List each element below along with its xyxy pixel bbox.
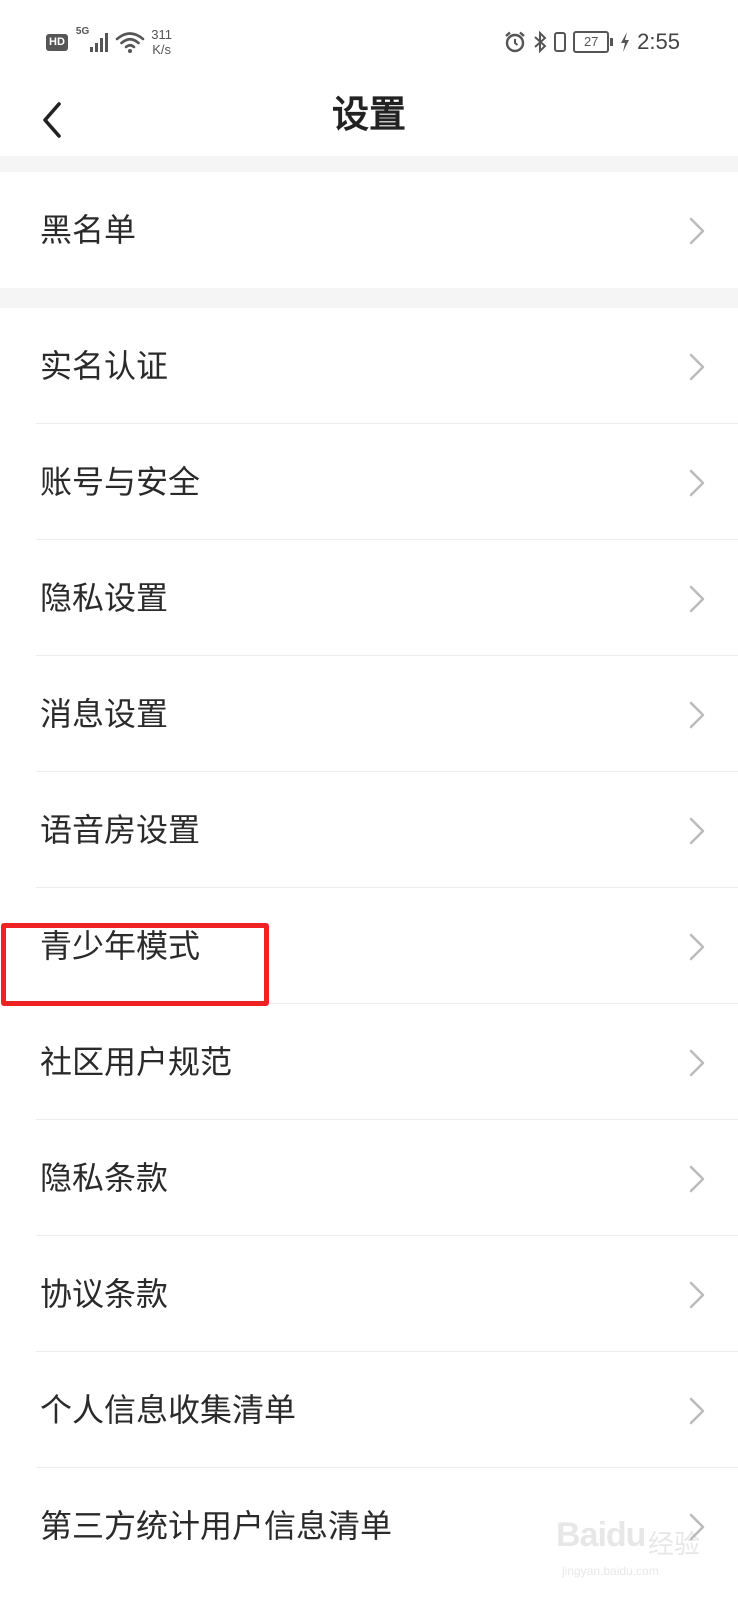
network-speed-value: 311 xyxy=(151,27,172,42)
settings-item-label: 语音房设置 xyxy=(40,811,201,849)
alarm-icon xyxy=(505,31,525,53)
chevron-right-icon xyxy=(689,1397,705,1425)
chevron-right-icon xyxy=(689,933,705,961)
settings-item-message-settings[interactable]: 消息设置 xyxy=(0,656,738,772)
settings-item-community-guidelines[interactable]: 社区用户规范 xyxy=(0,1004,738,1120)
chevron-right-icon xyxy=(689,1281,705,1309)
settings-item-third-party-info-list[interactable]: 第三方统计用户信息清单 xyxy=(0,1468,738,1584)
chevron-right-icon xyxy=(689,1165,705,1193)
settings-item-label: 账号与安全 xyxy=(40,463,201,501)
settings-item-privacy-settings[interactable]: 隐私设置 xyxy=(0,540,738,656)
network-type: 5G xyxy=(75,26,90,37)
chevron-right-icon xyxy=(689,585,705,613)
network-speed-unit: K/s xyxy=(152,42,171,57)
settings-item-personal-info-list[interactable]: 个人信息收集清单 xyxy=(0,1352,738,1468)
chevron-right-icon xyxy=(689,217,705,245)
settings-item-label: 消息设置 xyxy=(40,695,169,733)
chevron-right-icon xyxy=(689,701,705,729)
settings-item-privacy-terms[interactable]: 隐私条款 xyxy=(0,1120,738,1236)
battery-level: 27 xyxy=(573,31,610,53)
bluetooth-icon xyxy=(534,30,547,54)
settings-item-label: 第三方统计用户信息清单 xyxy=(40,1507,393,1545)
settings-item-label: 黑名单 xyxy=(40,211,137,249)
settings-item-real-name-verification[interactable]: 实名认证 xyxy=(0,308,738,424)
settings-item-account-security[interactable]: 账号与安全 xyxy=(0,424,738,540)
status-left: HD 5G 311 K/s xyxy=(46,22,172,62)
page-title: 设置 xyxy=(332,93,406,136)
settings-item-blacklist[interactable]: 黑名单 xyxy=(0,172,738,288)
chevron-right-icon xyxy=(689,469,705,497)
chevron-right-icon xyxy=(689,1049,705,1077)
status-bar: HD 5G 311 K/s 27 2:55 xyxy=(0,0,738,84)
wifi-icon xyxy=(115,32,145,53)
charging-icon xyxy=(621,32,630,52)
settings-item-label: 隐私设置 xyxy=(40,579,169,617)
header: 设置 xyxy=(0,84,738,156)
hd-badge: HD xyxy=(46,33,68,51)
settings-item-voice-room-settings[interactable]: 语音房设置 xyxy=(0,772,738,888)
signal-icon xyxy=(90,33,109,52)
settings-item-agreement-terms[interactable]: 协议条款 xyxy=(0,1236,738,1352)
settings-item-label: 个人信息收集清单 xyxy=(40,1391,297,1429)
battery-icon: 27 xyxy=(573,31,614,53)
section-gap xyxy=(0,288,738,308)
battery-tip xyxy=(610,38,614,46)
status-time: 2:55 xyxy=(637,29,680,54)
network-speed: 311 K/s xyxy=(151,27,172,57)
vibrate-icon xyxy=(554,32,567,52)
settings-item-label: 实名认证 xyxy=(40,347,169,385)
section-gap xyxy=(0,156,738,172)
settings-item-label: 社区用户规范 xyxy=(40,1043,233,1081)
settings-item-label: 协议条款 xyxy=(40,1275,169,1313)
settings-item-teen-mode[interactable]: 青少年模式 xyxy=(0,888,738,1004)
status-right: 27 2:55 xyxy=(503,26,680,58)
settings-item-label: 青少年模式 xyxy=(40,927,201,965)
settings-item-label: 隐私条款 xyxy=(40,1159,169,1197)
chevron-right-icon xyxy=(689,353,705,381)
chevron-right-icon xyxy=(689,817,705,845)
chevron-right-icon xyxy=(689,1513,705,1541)
